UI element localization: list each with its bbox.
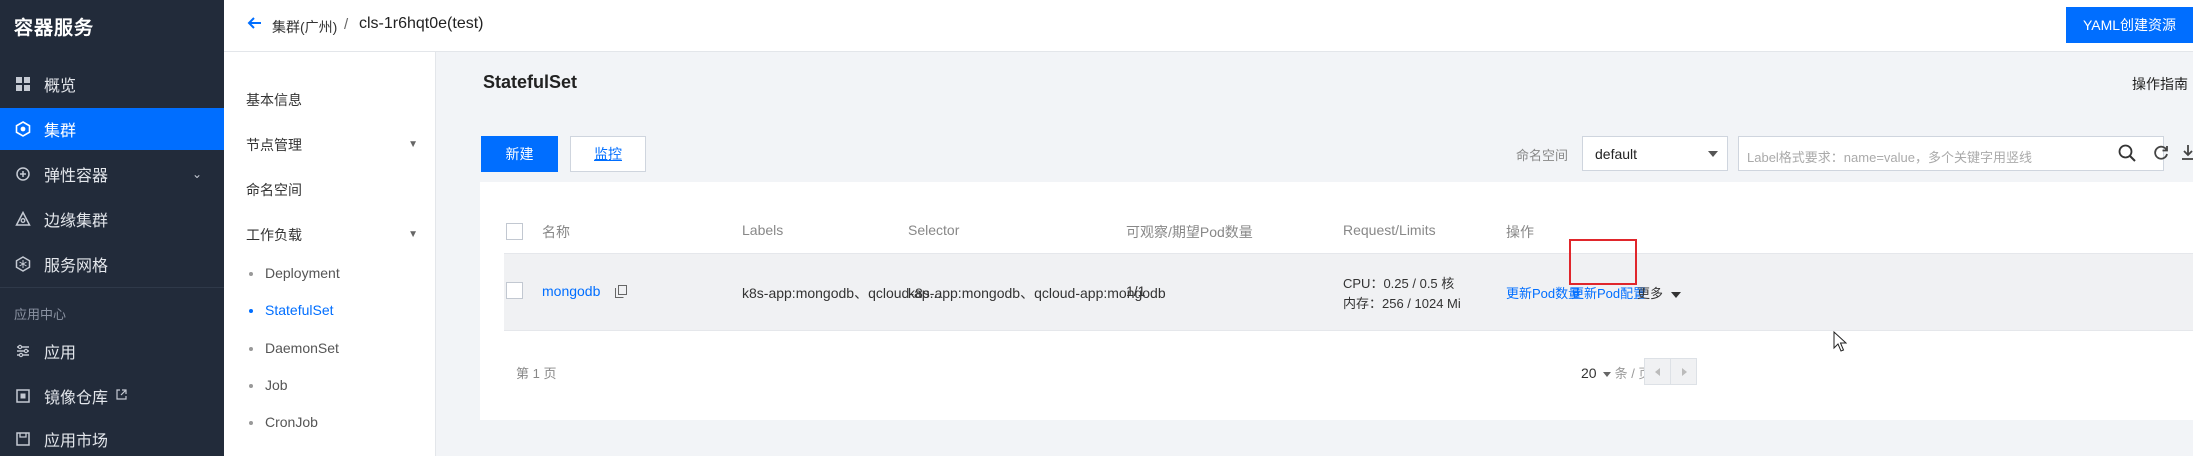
subnav-deployment[interactable]: Deployment — [249, 265, 340, 281]
copy-icon[interactable] — [615, 285, 627, 298]
subnav-label: 工作负载 — [246, 227, 302, 243]
pager-page-text: 第 1 页 — [516, 366, 557, 381]
guide-link[interactable]: 操作指南 — [2132, 74, 2188, 94]
sidebar-item-label: 弹性容器 — [44, 168, 109, 185]
subnav-cronjob[interactable]: CronJob — [249, 414, 318, 430]
chevron-down-icon: ⌄ — [191, 167, 202, 181]
subnav-job[interactable]: Job — [249, 377, 288, 393]
column-header-selector: Selector — [908, 222, 960, 238]
sidebar-item-overview[interactable]: 概览 — [0, 63, 224, 105]
namespace-value: default — [1595, 146, 1638, 162]
page-size-select[interactable]: 20 条 / 页 — [1581, 363, 1651, 382]
namespace-select[interactable]: default — [1582, 136, 1728, 171]
column-header-request-limits: Request/Limits — [1343, 222, 1436, 238]
app-icon — [14, 342, 32, 360]
cluster-subnav: 基本信息 节点管理 ▼ 命名空间 工作负载 ▼ Deployment State… — [224, 52, 436, 456]
subnav-basic-info[interactable]: 基本信息 — [246, 90, 302, 110]
row-checkbox[interactable] — [506, 282, 523, 299]
namespace-label: 命名空间 — [1516, 148, 1569, 163]
subnav-label: StatefulSet — [265, 302, 334, 318]
sidebar-item-label: 应用市场 — [44, 433, 109, 450]
memory-cell: 内存：256 / 1024 Mi — [1343, 296, 1461, 311]
next-page-button[interactable] — [1670, 358, 1697, 385]
caret-down-icon — [1602, 371, 1611, 377]
subnav-namespace[interactable]: 命名空间 — [246, 180, 302, 200]
edge-cluster-icon — [14, 210, 32, 228]
pods-cell: 1/1 — [1126, 283, 1146, 299]
caret-down-icon — [1708, 151, 1718, 157]
sidebar-item-cluster[interactable]: 集群 — [0, 108, 224, 150]
sidebar-item-label: 边缘集群 — [44, 213, 109, 230]
main-sidebar: 容器服务 概览 集群 弹性容器 ⌄ 边缘集群 服务网格 应用中心 应用 镜像仓库… — [0, 0, 224, 456]
mesh-icon — [14, 255, 32, 273]
new-button[interactable]: 新建 — [481, 136, 558, 172]
update-pod-config-link[interactable]: 更新Pod配置 — [1571, 283, 1646, 302]
caret-down-icon — [1671, 291, 1682, 298]
sidebar-item-label: 集群 — [44, 123, 77, 140]
column-header-labels: Labels — [742, 222, 784, 238]
search-placeholder: Label格式要求：name=value，多个关键字用竖线 — [1747, 150, 2032, 165]
column-header-actions: 操作 — [1506, 224, 1534, 240]
table-row: mongodb k8s-app:mongodb、qcloud-ap... k8s… — [504, 253, 2193, 331]
more-label: 更多 — [1637, 286, 1664, 301]
highlight-box — [1569, 239, 1637, 285]
label-search-input[interactable]: Label格式要求：name=value，多个关键字用竖线 — [1738, 136, 2164, 171]
more-dropdown[interactable]: 更多 — [1637, 283, 1682, 302]
update-pod-count-link[interactable]: 更新Pod数量 — [1506, 283, 1581, 302]
refresh-icon[interactable] — [2152, 144, 2172, 164]
download-icon[interactable] — [2181, 144, 2193, 164]
column-header-pods: 可观察/期望Pod数量 — [1126, 224, 1253, 240]
subnav-label: CronJob — [265, 414, 318, 430]
subnav-workload[interactable]: 工作负载 ▼ — [246, 225, 418, 245]
sidebar-divider — [0, 287, 224, 288]
prev-page-button[interactable] — [1644, 358, 1671, 385]
yaml-create-button[interactable]: YAML创建资源 — [2066, 7, 2193, 43]
subnav-daemonset[interactable]: DaemonSet — [249, 340, 339, 356]
grid-icon — [14, 75, 32, 93]
market-icon — [14, 430, 32, 448]
search-icon[interactable] — [2117, 143, 2139, 165]
subnav-node-management[interactable]: 节点管理 ▼ — [246, 135, 418, 155]
workload-name-link[interactable]: mongodb — [542, 283, 600, 299]
main-content: StatefulSet 操作指南 新建 监控 命名空间 default Labe… — [436, 52, 2193, 456]
cluster-icon — [14, 120, 32, 138]
subnav-label: DaemonSet — [265, 340, 339, 356]
sidebar-item-service-mesh[interactable]: 服务网格 — [0, 243, 224, 285]
product-title: 容器服务 — [14, 18, 95, 39]
top-bar: 集群(广州) / cls-1r6hqt0e(test) YAML创建资源 — [224, 0, 2193, 52]
sidebar-item-elastic-container[interactable]: 弹性容器 ⌄ — [0, 153, 224, 195]
sidebar-item-app[interactable]: 应用 — [0, 330, 224, 372]
image-repo-icon — [14, 387, 32, 405]
select-all-checkbox[interactable] — [506, 223, 523, 240]
sidebar-item-edge-cluster[interactable]: 边缘集群 — [0, 198, 224, 240]
elastic-container-icon — [14, 165, 32, 183]
subnav-label: 节点管理 — [246, 137, 302, 153]
breadcrumb-current: cls-1r6hqt0e(test) — [359, 15, 484, 32]
breadcrumb-separator: / — [344, 16, 349, 33]
subnav-statefulset[interactable]: StatefulSet — [249, 302, 334, 318]
cpu-cell: CPU：0.25 / 0.5 核 — [1343, 276, 1455, 291]
caret-down-icon: ▼ — [408, 139, 418, 150]
column-header-name: 名称 — [542, 224, 570, 240]
page-title: StatefulSet — [483, 72, 578, 92]
breadcrumb-cluster[interactable]: 集群(广州) — [272, 17, 337, 37]
sidebar-item-label: 镜像仓库 — [44, 390, 109, 407]
page-size-value: 20 — [1581, 365, 1597, 381]
sidebar-item-image-repo[interactable]: 镜像仓库 — [0, 375, 224, 417]
caret-down-icon: ▼ — [408, 229, 418, 240]
subnav-label: Job — [265, 377, 288, 393]
mouse-cursor-icon — [1833, 330, 1848, 353]
sidebar-item-label: 服务网格 — [44, 258, 109, 275]
sidebar-item-label: 应用 — [44, 345, 77, 362]
subnav-label: Deployment — [265, 265, 340, 281]
sidebar-section-label: 应用中心 — [14, 307, 67, 322]
sidebar-item-market[interactable]: 应用市场 — [0, 418, 224, 456]
back-arrow-icon[interactable] — [246, 14, 266, 34]
external-link-icon — [116, 389, 127, 403]
sidebar-item-label: 概览 — [44, 78, 77, 95]
statefulset-table: 名称 Labels Selector 可观察/期望Pod数量 Request/L… — [480, 182, 2193, 420]
monitor-button[interactable]: 监控 — [570, 136, 646, 172]
